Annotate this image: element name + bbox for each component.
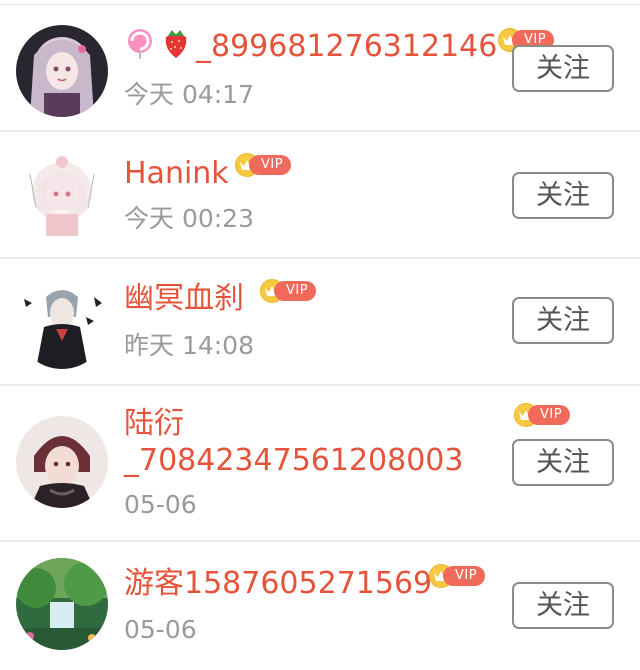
timestamp: 今天 00:23	[124, 204, 254, 233]
vip-label: VIP	[443, 566, 485, 586]
strawberry-icon	[160, 27, 192, 68]
username-line2[interactable]: _70842347561208003	[124, 443, 463, 479]
avatar[interactable]	[16, 25, 108, 117]
follow-button[interactable]: 关注	[512, 172, 614, 219]
list-item[interactable]: 游客1587605271569 VIP 05-06 关注	[0, 542, 640, 670]
username-line1[interactable]: 陆衍	[124, 406, 184, 442]
vip-badge: VIP	[514, 403, 574, 427]
username-text: _899681276312146	[196, 29, 498, 64]
list-item[interactable]: Hanink VIP 今天 00:23 关注	[0, 132, 640, 259]
timestamp: 05-06	[124, 615, 197, 644]
list-item[interactable]: 幽冥血刹 VIP 昨天 14:08 关注	[0, 259, 640, 386]
follow-button[interactable]: 关注	[512, 45, 614, 92]
vip-badge: VIP	[429, 564, 489, 588]
list-item[interactable]: _899681276312146 VIP 今天 04:17 关注	[0, 5, 640, 132]
follow-button[interactable]: 关注	[512, 439, 614, 486]
lollipop-icon	[124, 27, 156, 68]
avatar[interactable]	[16, 416, 108, 508]
username[interactable]: 幽冥血刹	[124, 281, 244, 317]
avatar[interactable]	[16, 148, 108, 240]
vip-badge: VIP	[260, 279, 320, 303]
vip-label: VIP	[249, 155, 291, 175]
timestamp: 昨天 14:08	[124, 331, 254, 360]
username[interactable]: _899681276312146	[124, 27, 497, 68]
follower-list: _899681276312146 VIP 今天 04:17 关注 Hanink …	[0, 0, 640, 670]
list-item[interactable]: 陆衍 _70842347561208003 VIP 05-06 关注	[0, 386, 640, 542]
timestamp: 05-06	[124, 490, 197, 519]
avatar[interactable]	[16, 277, 108, 369]
follow-button[interactable]: 关注	[512, 297, 614, 344]
timestamp: 今天 04:17	[124, 80, 254, 109]
username[interactable]: 游客1587605271569	[124, 566, 432, 602]
follow-button[interactable]: 关注	[512, 582, 614, 629]
avatar[interactable]	[16, 558, 108, 650]
vip-label: VIP	[274, 281, 316, 301]
username[interactable]: Hanink	[124, 156, 229, 192]
vip-badge: VIP	[235, 153, 295, 177]
vip-label: VIP	[528, 405, 570, 425]
